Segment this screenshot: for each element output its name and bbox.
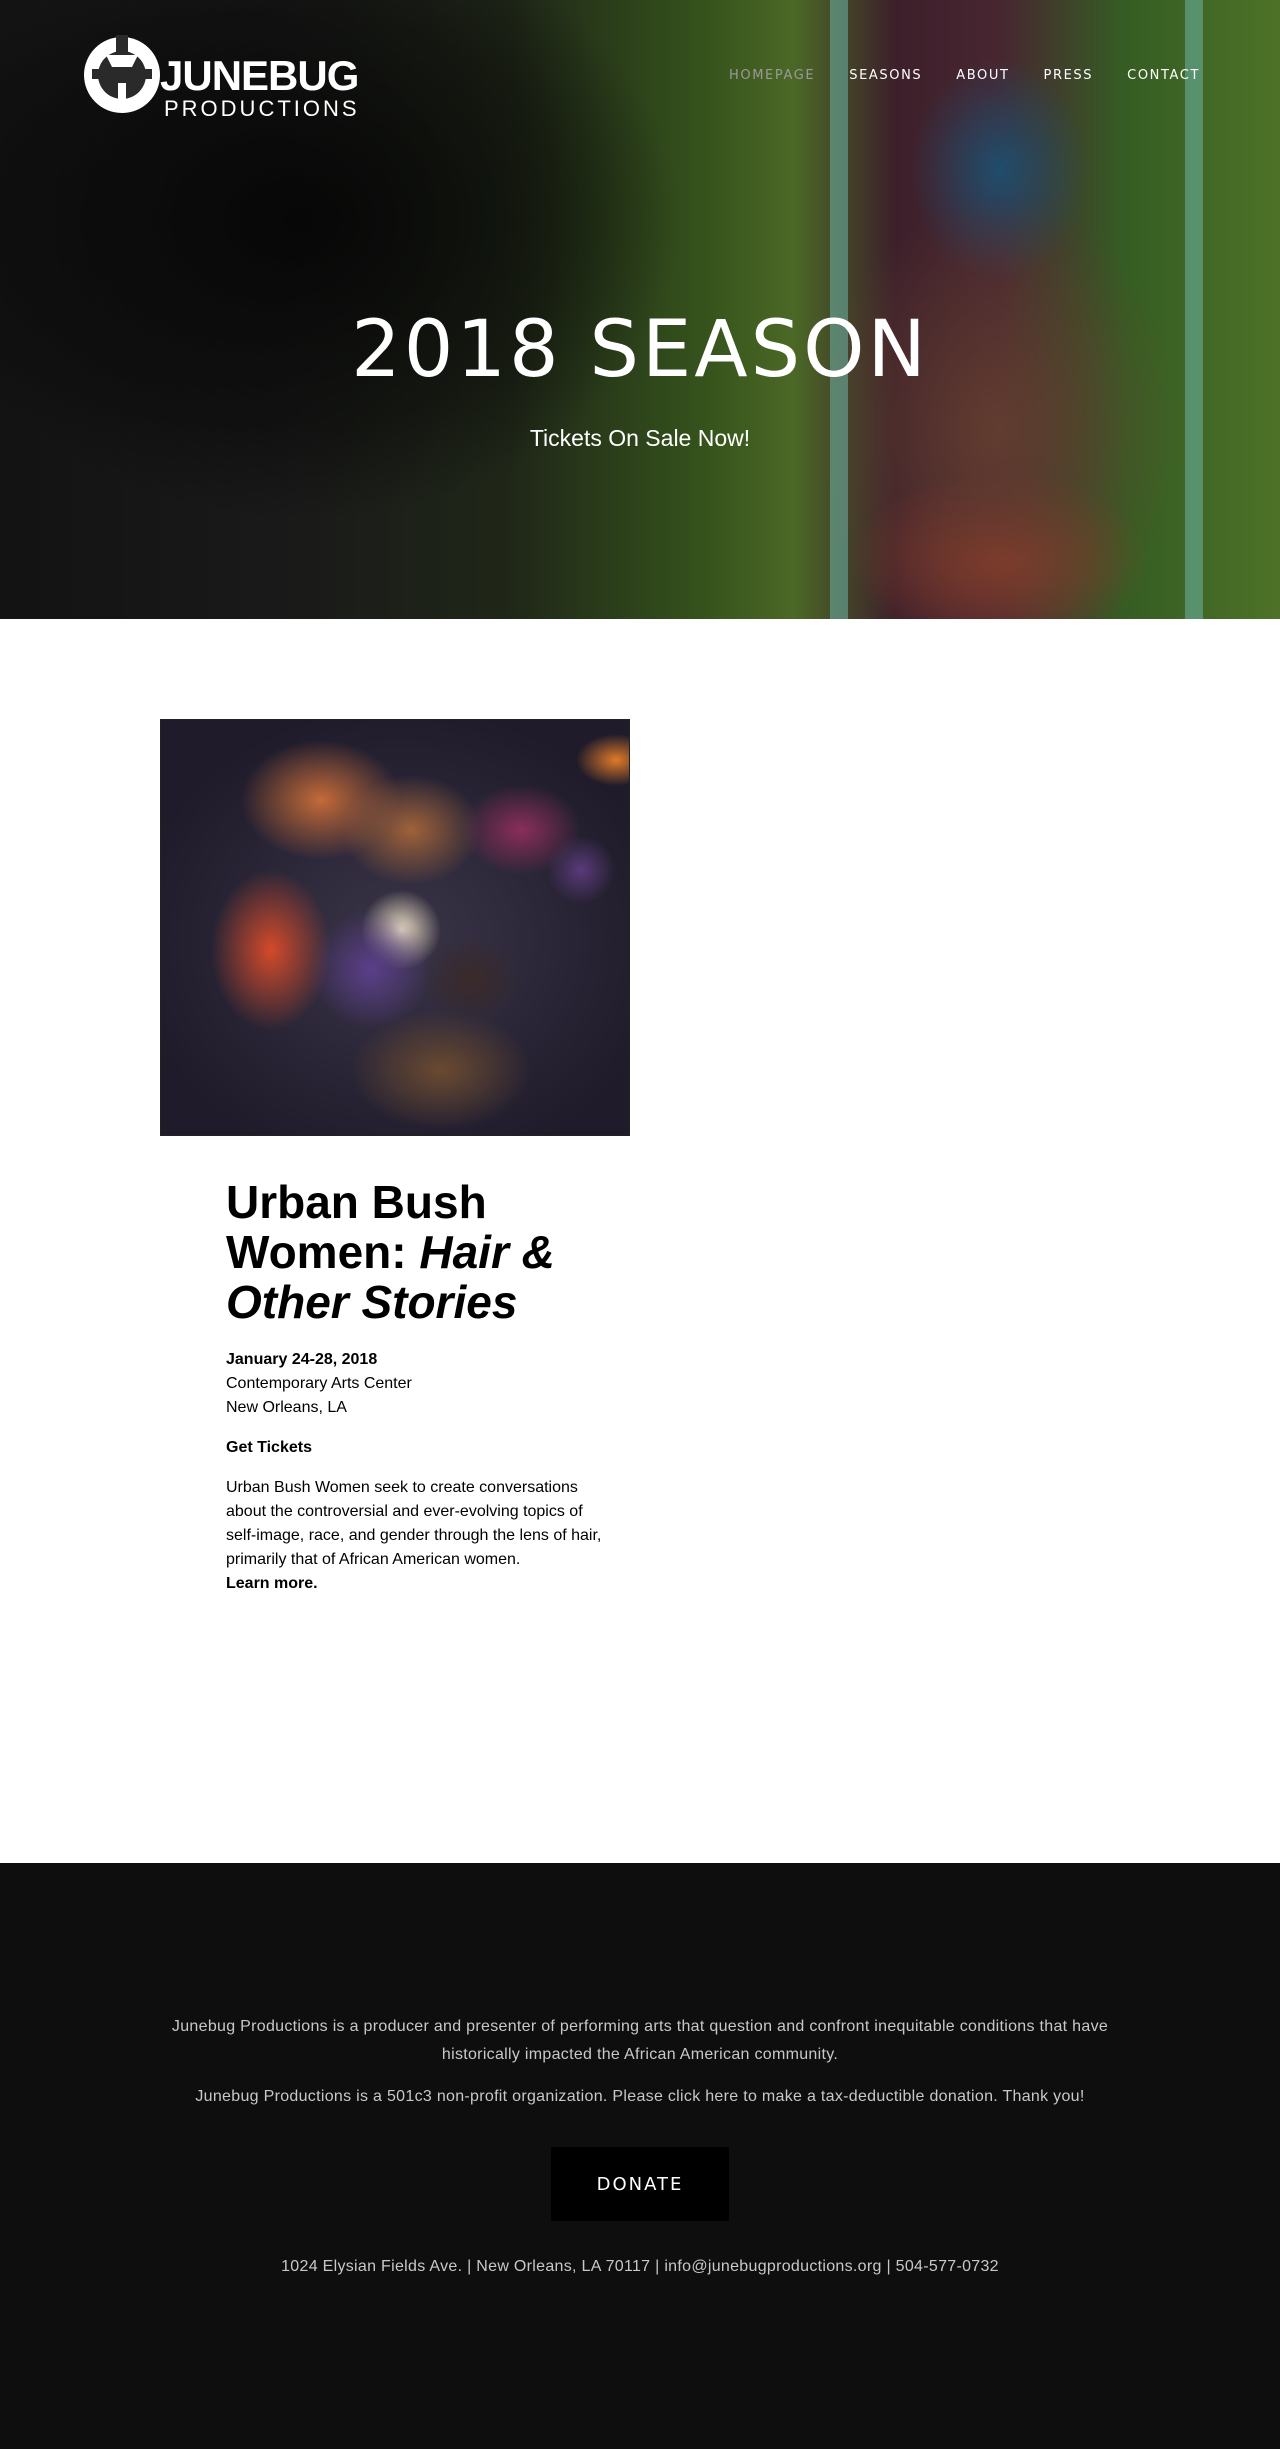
event-title: Urban Bush Women: Hair & Other Stories xyxy=(226,1177,616,1327)
event-city: New Orleans, LA xyxy=(226,1399,347,1416)
logo-wordmark: JUNEBUG xyxy=(160,52,359,99)
nav-press[interactable]: PRESS xyxy=(1044,68,1094,83)
nav-about[interactable]: ABOUT xyxy=(956,68,1009,83)
donate-button[interactable]: DONATE xyxy=(551,2147,729,2221)
event-photo[interactable] xyxy=(160,719,630,1136)
main-nav: HOMEPAGE SEASONS ABOUT PRESS CONTACT xyxy=(729,68,1200,83)
footer-nonprofit-text[interactable]: Junebug Productions is a 501c3 non-profi… xyxy=(0,2083,1280,2111)
junebug-logo-icon xyxy=(84,35,160,113)
event-date: January 24-28, 2018 xyxy=(226,1351,378,1368)
nav-homepage[interactable]: HOMEPAGE xyxy=(729,68,815,83)
nav-seasons[interactable]: SEASONS xyxy=(849,68,922,83)
footer-about-text: Junebug Productions is a producer and pr… xyxy=(171,2018,1109,2063)
logo-subtitle: PRODUCTIONS xyxy=(164,96,360,121)
learn-more-link[interactable]: Learn more. xyxy=(226,1572,318,1596)
get-tickets-link[interactable]: Get Tickets xyxy=(226,1436,312,1460)
site-footer: Junebug Productions is a producer and pr… xyxy=(0,1863,1280,2449)
footer-contact-info: 1024 Elysian Fields Ave. | New Orleans, … xyxy=(281,2258,999,2275)
nav-contact[interactable]: CONTACT xyxy=(1127,68,1200,83)
site-logo[interactable]: JUNEBUG PRODUCTIONS xyxy=(82,25,359,125)
event-description: Urban Bush Women seek to create conversa… xyxy=(226,1479,602,1568)
hero-banner: JUNEBUG PRODUCTIONS HOMEPAGE SEASONS ABO… xyxy=(0,0,1280,619)
hero-title: 2018 SEASON xyxy=(351,305,929,395)
hero-subtitle: Tickets On Sale Now! xyxy=(529,425,751,451)
event-venue: Contemporary Arts Center xyxy=(226,1375,412,1392)
